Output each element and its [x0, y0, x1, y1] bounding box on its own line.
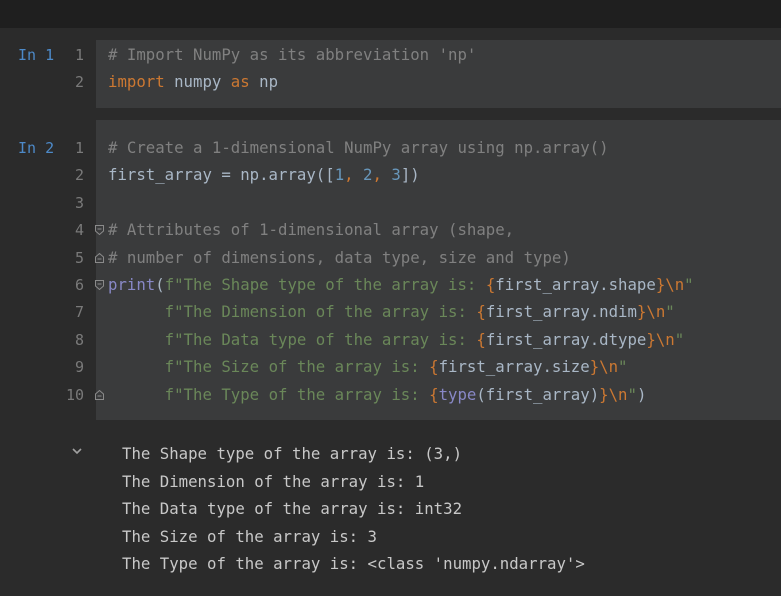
code-token: # Create a 1-dimensional NumPy array usi… — [108, 138, 609, 157]
line-number: 7 — [74, 303, 84, 322]
line-number: 4 — [74, 221, 84, 240]
code-token: import — [108, 72, 165, 92]
code-line[interactable]: 7 f"The Dimension of the array is: {firs… — [0, 298, 781, 326]
code-token: f"The Size of the array is: — [164, 357, 430, 377]
line-number: 2 — [74, 166, 84, 185]
code-text[interactable]: # Import NumPy as its abbreviation 'np' — [108, 41, 476, 69]
code-token: { — [476, 329, 486, 349]
code-token: { — [429, 384, 439, 404]
code-token: numpy — [164, 72, 231, 92]
code-token: # Attributes of 1-dimensional array (sha… — [108, 220, 515, 240]
code-token: f"The Shape type of the array is: — [164, 275, 486, 294]
fold-end-icon[interactable] — [95, 252, 104, 263]
fold-end-icon[interactable] — [95, 389, 104, 400]
line-number: 6 — [74, 276, 84, 294]
output-line: The Dimension of the array is: 1 — [122, 471, 425, 491]
fold-start-icon[interactable] — [95, 280, 104, 290]
code-token: # number of dimensions, data type, size … — [108, 247, 571, 267]
line-number: 5 — [74, 248, 84, 267]
code-text[interactable]: f"The Type of the array is: {type(first_… — [108, 381, 647, 409]
code-text[interactable]: import numpy as np — [108, 68, 278, 96]
fold-start-icon[interactable] — [95, 225, 104, 236]
code-token: 1 — [334, 165, 345, 185]
code-token: { — [429, 357, 439, 377]
code-line[interactable]: 8 f"The Data type of the array is: {firs… — [0, 326, 781, 354]
line-number: 8 — [74, 330, 84, 349]
code-text[interactable]: # Attributes of 1-dimensional array (sha… — [108, 216, 514, 244]
code-token: first_array.shape — [495, 275, 656, 294]
code-line[interactable]: 6 print(f"The Shape type of the array is:… — [0, 271, 781, 299]
code-line[interactable]: 4 # Attributes of 1-dimensional array (sh… — [0, 216, 781, 244]
line-number: 3 — [74, 193, 84, 212]
output-line: The Type of the array is: <class 'numpy.… — [122, 554, 585, 573]
line-number: 1 — [74, 46, 84, 64]
code-line[interactable]: 1 # Create a 1-dimensional NumPy array us… — [0, 134, 781, 162]
line-number: 10 — [65, 385, 84, 404]
code-token: ( — [155, 275, 165, 294]
code-token: f"The Dimension of the array is: — [164, 302, 477, 322]
code-line[interactable]: 10 f"The Type of the array is: {type(fir… — [0, 381, 781, 409]
code-token: }\n — [599, 384, 628, 404]
output-line: The Data type of the array is: int32 — [122, 499, 463, 518]
code-token: 3 — [391, 165, 401, 185]
code-token: first_array.ndim — [485, 302, 637, 322]
top-toolbar — [0, 0, 781, 28]
code-text[interactable]: f"The Dimension of the array is: {first_… — [108, 298, 675, 326]
code-line[interactable]: 5 # number of dimensions, data type, size… — [0, 244, 781, 272]
code-token: , — [344, 165, 364, 185]
code-token: " — [627, 384, 637, 404]
code-token: " — [684, 275, 694, 294]
code-token: first_array.size — [438, 357, 590, 377]
code-token: ) — [636, 384, 647, 404]
output-line: The Size of the array is: 3 — [122, 526, 378, 546]
code-token: first_array.dtype — [485, 329, 647, 349]
code-line[interactable]: 2 first_array = np.array([1, 2, 3]) — [0, 161, 781, 189]
code-text[interactable]: # number of dimensions, data type, size … — [108, 244, 571, 272]
chevron-down-icon[interactable] — [70, 444, 84, 458]
code-text[interactable]: print(f"The Shape type of the array is: … — [108, 271, 694, 299]
code-token: np — [249, 72, 279, 92]
code-token: { — [476, 302, 486, 322]
code-line[interactable]: 2 import numpy as np — [0, 68, 781, 96]
line-number: 9 — [74, 358, 84, 377]
code-token: }\n — [655, 275, 685, 294]
code-token: print — [108, 275, 156, 294]
code-token: }\n — [646, 329, 675, 349]
code-token: }\n — [636, 302, 666, 322]
code-token: " — [674, 329, 685, 349]
code-token: f"The Type of the array is: — [164, 384, 430, 404]
line-number: 1 — [74, 139, 84, 157]
code-token: ]) — [400, 165, 420, 185]
code-line[interactable]: 9 f"The Size of the array is: {first_arr… — [0, 353, 781, 381]
code-line[interactable]: 1 # Import NumPy as its abbreviation 'np' — [0, 41, 781, 69]
code-token: (first_array) — [476, 384, 600, 404]
code-token: { — [485, 275, 496, 294]
line-number: 2 — [74, 73, 84, 92]
code-token: type — [438, 384, 477, 404]
code-token: " — [665, 302, 675, 322]
code-token: as — [230, 72, 250, 92]
code-text[interactable]: f"The Data type of the array is: {first_… — [108, 326, 685, 354]
code-token: }\n — [589, 357, 619, 377]
code-token: , — [372, 165, 392, 185]
code-text[interactable]: f"The Size of the array is: {first_array… — [108, 353, 628, 381]
code-token: # Import NumPy as its abbreviation 'np' — [108, 45, 477, 64]
code-text[interactable]: first_array = np.array([1, 2, 3]) — [108, 161, 420, 189]
code-token: first_array = np.array([ — [108, 165, 335, 185]
code-token: f"The Data type of the array is: — [164, 329, 477, 349]
output-line: The Shape type of the array is: (3,) — [122, 444, 463, 463]
code-token: " — [618, 357, 628, 377]
code-line[interactable]: 3 — [0, 189, 781, 217]
code-text[interactable]: # Create a 1-dimensional NumPy array usi… — [108, 134, 609, 162]
